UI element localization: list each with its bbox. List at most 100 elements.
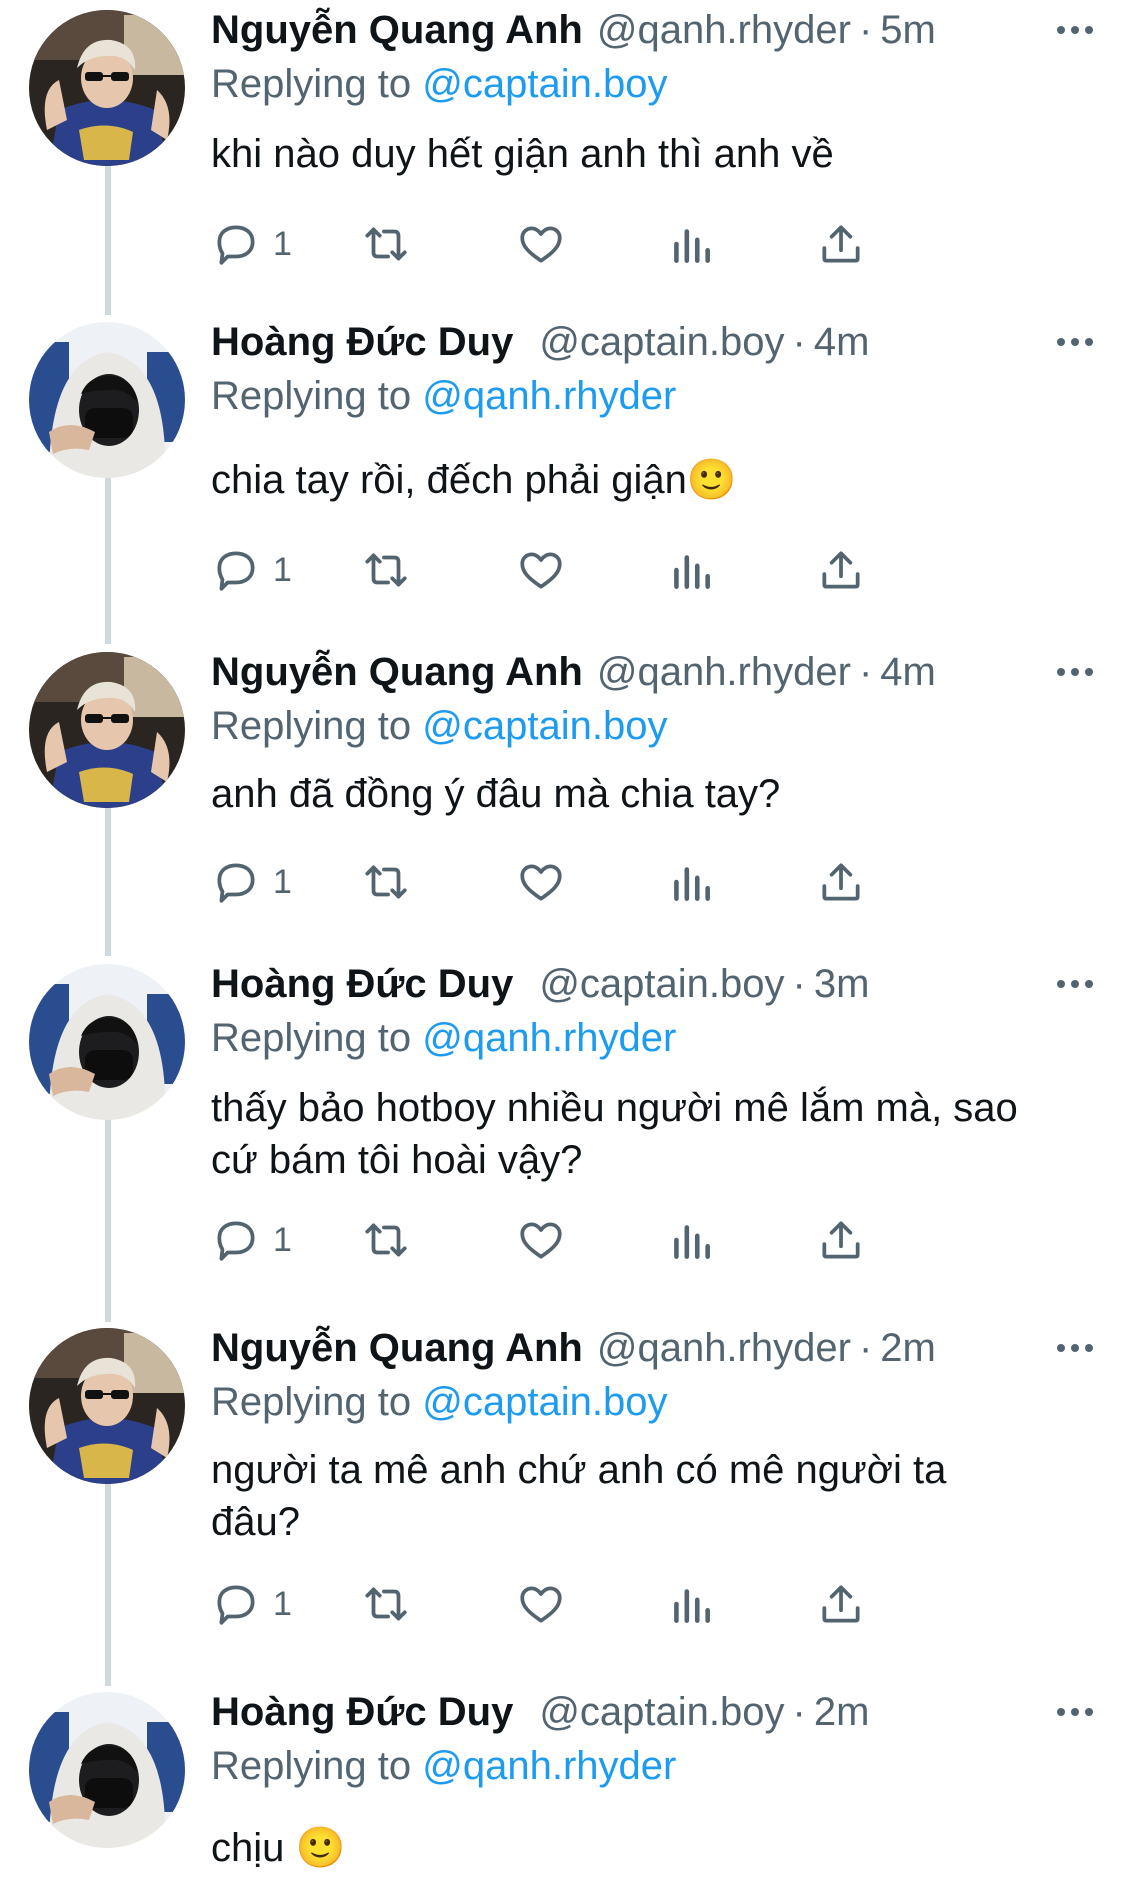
share-button[interactable] [816,1574,866,1634]
share-icon [822,1585,860,1623]
tweet-actions: 1 [211,540,1031,600]
share-button[interactable] [816,852,866,912]
timestamp[interactable]: 2m [880,1326,936,1370]
reply-button[interactable]: 1 [211,540,292,600]
user-handle[interactable]: @captain.boy [539,962,784,1006]
separator-dot: · [858,1326,873,1370]
separator-dot: · [858,8,873,52]
share-icon [822,863,860,901]
display-name[interactable]: Nguyễn Quang Anh [211,650,583,694]
replying-to-handle-link[interactable]: @captain.boy [422,1380,667,1424]
share-icon [822,1221,860,1259]
display-name[interactable]: Hoàng Đức Duy [211,320,513,364]
analytics-button[interactable] [666,1574,716,1634]
reply-count: 1 [273,1584,292,1623]
like-button[interactable] [516,1210,566,1270]
more-options-icon[interactable] [1045,316,1105,368]
user-handle[interactable]: @captain.boy [539,1690,784,1734]
more-options-icon[interactable] [1045,1322,1105,1374]
reply-icon [217,863,255,903]
avatar[interactable] [29,322,185,478]
avatar-photo-white-hood-mask [29,322,185,478]
analytics-icon [674,229,710,263]
display-name[interactable]: Nguyễn Quang Anh [211,1326,583,1370]
timestamp[interactable]: 5m [880,8,936,52]
reply-count: 1 [273,1220,292,1259]
retweet-button[interactable] [361,540,411,600]
reply-icon [217,551,255,591]
retweet-button[interactable] [361,1210,411,1270]
display-name[interactable]: Nguyễn Quang Anh [211,8,583,52]
more-options-icon[interactable] [1045,958,1105,1010]
share-button[interactable] [816,1210,866,1270]
tweet-text: anh đã đồng ý đâu mà chia tay? [211,772,781,816]
like-button[interactable] [516,540,566,600]
reply-button[interactable]: 1 [211,852,292,912]
avatar[interactable] [29,964,185,1120]
reply-icon [217,1221,255,1261]
tweet-header: Hoàng Đức Duy @captain.boy · 2m [211,1686,1065,1738]
tweet-actions: 1 [211,214,1031,274]
more-options-icon[interactable] [1045,4,1105,56]
analytics-button[interactable] [666,1210,716,1270]
separator-dot: · [792,1690,806,1734]
share-button[interactable] [816,214,866,274]
avatar[interactable] [29,10,185,166]
replying-to-label: Replying to [211,62,412,106]
avatar[interactable] [29,1692,185,1848]
analytics-icon [674,1225,710,1259]
replying-to-label: Replying to [211,1380,412,1424]
tweet-text: chia tay rồi, đếch phải giận🙂 [211,458,737,502]
replying-to-label: Replying to [211,704,412,748]
replying-to-line: Replying to @qanh.rhyder [211,1740,676,1792]
more-options-icon[interactable] [1045,646,1105,698]
replying-to-line: Replying to @captain.boy [211,700,667,752]
analytics-button[interactable] [666,214,716,274]
tweet-actions: 1 [211,1210,1031,1270]
user-handle[interactable]: @qanh.rhyder [597,650,851,694]
thread-connector [105,474,111,644]
reply-button[interactable]: 1 [211,1210,292,1270]
reply-icon [217,225,255,265]
thread-connector [105,1114,111,1322]
replying-to-line: Replying to @captain.boy [211,1376,667,1428]
user-handle[interactable]: @captain.boy [539,320,784,364]
timestamp[interactable]: 2m [814,1690,870,1734]
replying-to-handle-link[interactable]: @captain.boy [422,62,667,106]
retweet-button[interactable] [361,852,411,912]
avatar[interactable] [29,1328,185,1484]
analytics-button[interactable] [666,540,716,600]
tweet-actions: 1 [211,1574,1031,1634]
like-button[interactable] [516,214,566,274]
replying-to-handle-link[interactable]: @qanh.rhyder [422,1744,676,1788]
like-icon [520,552,562,589]
reply-button[interactable]: 1 [211,1574,292,1634]
replying-to-handle-link[interactable]: @qanh.rhyder [422,1016,676,1060]
share-button[interactable] [816,540,866,600]
conversation-thread: Nguyễn Quang Anh @qanh.rhyder · 5m Replying… [0,0,1125,1879]
like-button[interactable] [516,1574,566,1634]
more-options-icon[interactable] [1045,1686,1105,1738]
retweet-button[interactable] [361,1574,411,1634]
retweet-button[interactable] [361,214,411,274]
like-icon [520,1222,562,1259]
timestamp[interactable]: 4m [814,320,870,364]
like-button[interactable] [516,852,566,912]
separator-dot: · [792,320,806,364]
replying-to-handle-link[interactable]: @qanh.rhyder [422,374,676,418]
replying-to-label: Replying to [211,374,412,418]
timestamp[interactable]: 4m [880,650,936,694]
display-name[interactable]: Hoàng Đức Duy [211,962,513,1006]
tweet-header: Nguyễn Quang Anh @qanh.rhyder · 5m [211,4,1065,56]
user-handle[interactable]: @qanh.rhyder [597,1326,851,1370]
user-handle[interactable]: @qanh.rhyder [597,8,851,52]
avatar[interactable] [29,652,185,808]
retweet-icon [365,1587,407,1621]
tweet-text: thấy bảo hotboy nhiều người mê lắm mà, s… [211,1086,1018,1182]
reply-count: 1 [273,224,292,263]
replying-to-handle-link[interactable]: @captain.boy [422,704,667,748]
reply-button[interactable]: 1 [211,214,292,274]
timestamp[interactable]: 3m [814,962,870,1006]
display-name[interactable]: Hoàng Đức Duy [211,1690,513,1734]
analytics-button[interactable] [666,852,716,912]
